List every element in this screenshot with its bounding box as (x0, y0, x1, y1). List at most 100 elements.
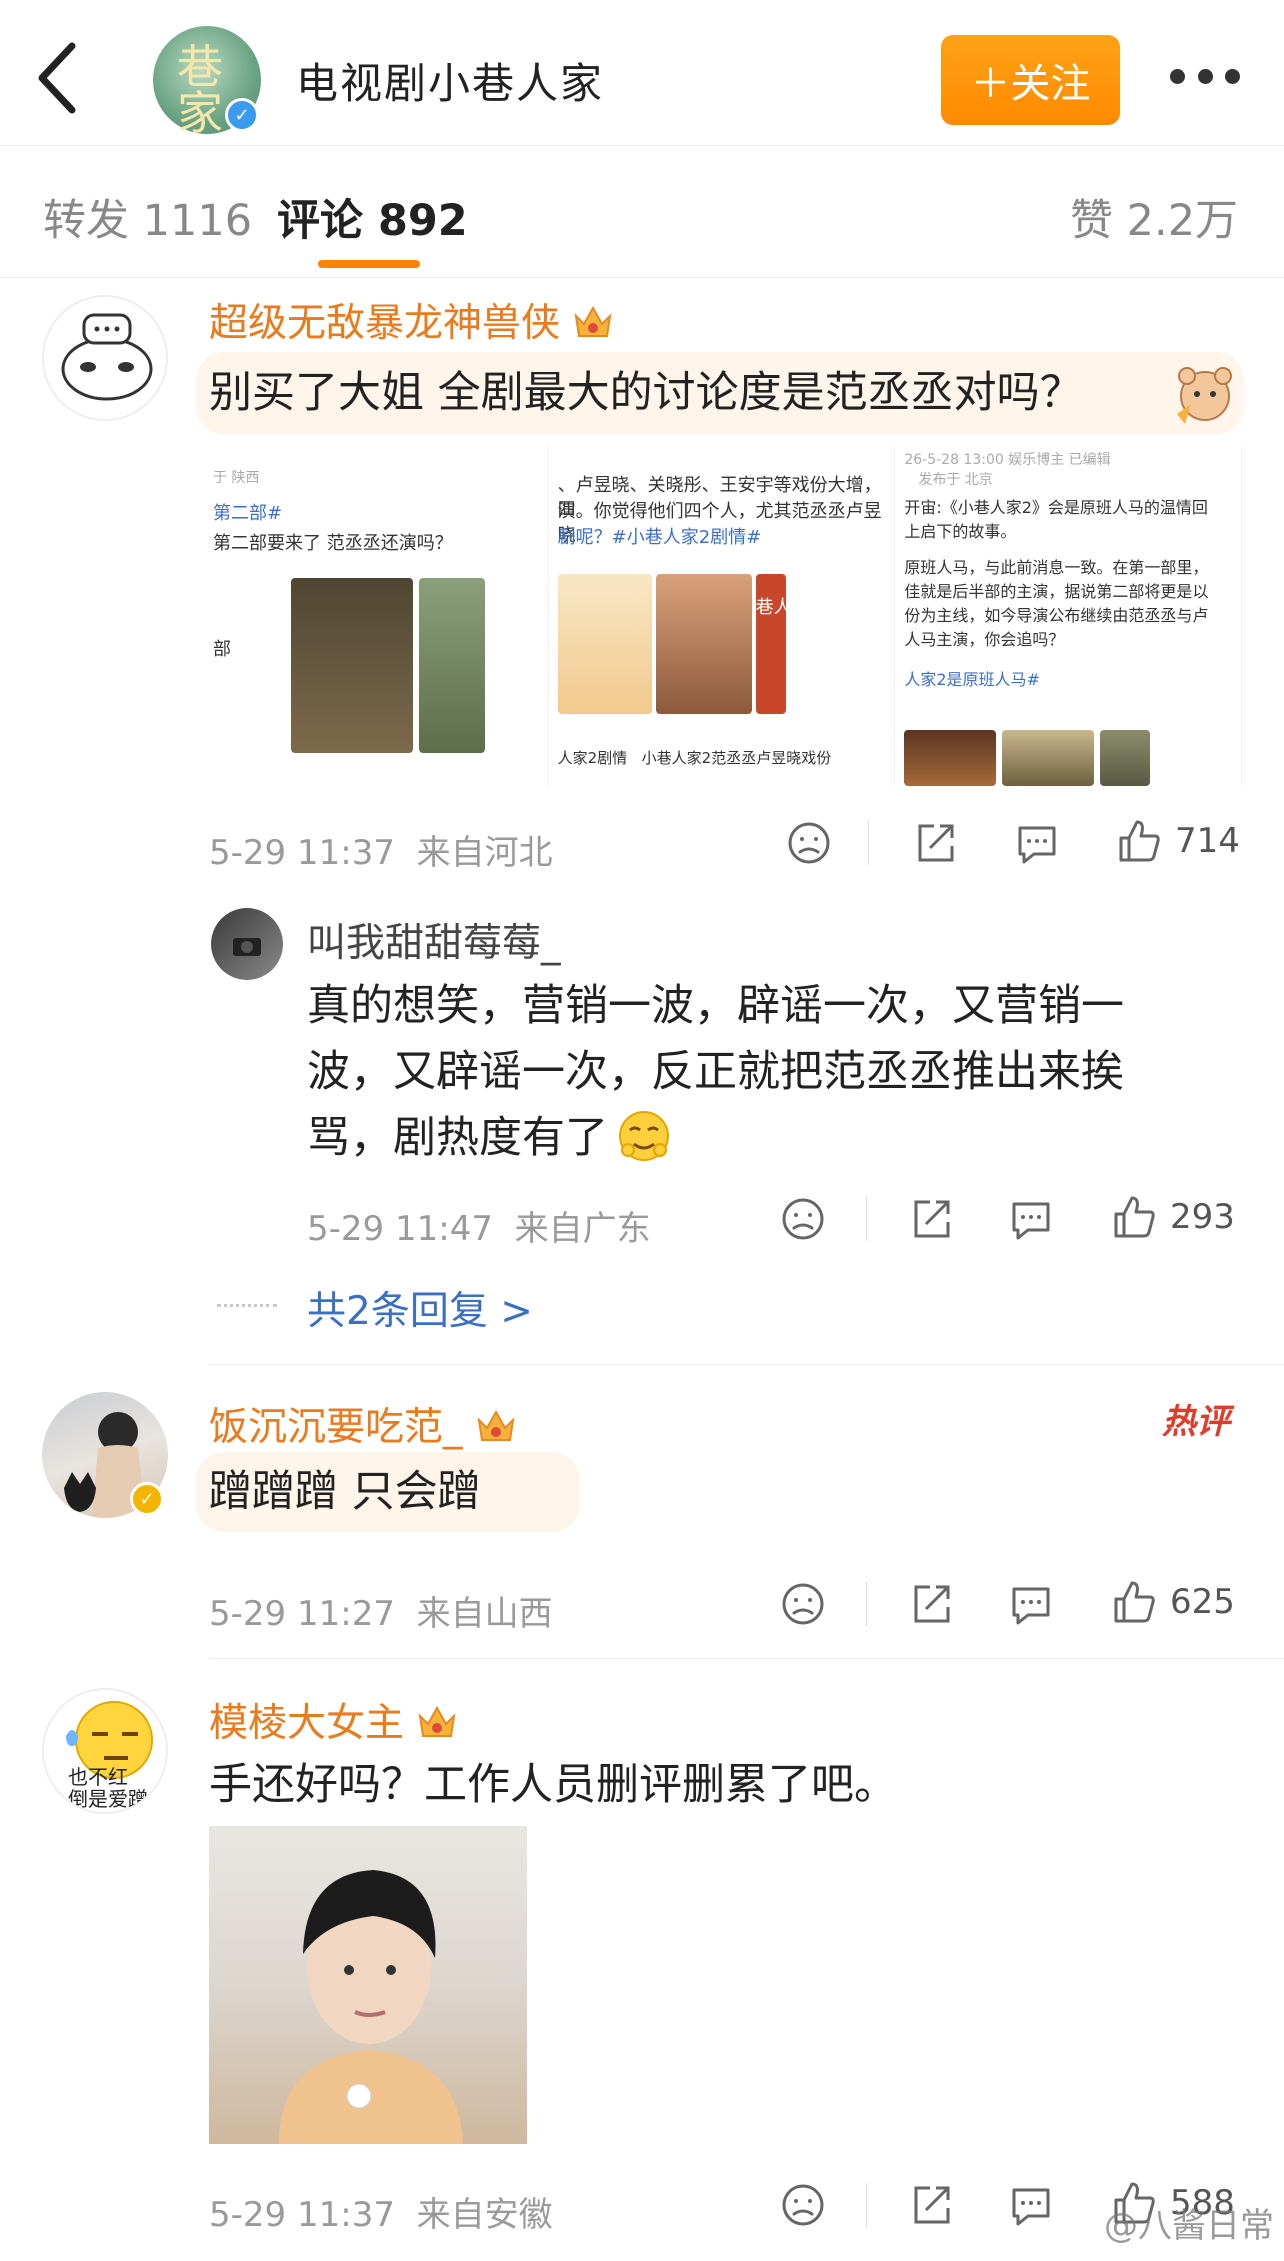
comment-location: 来自安徽 (416, 2195, 553, 2235)
like-button[interactable]: 293 (1112, 1194, 1235, 1240)
active-tab-indicator (318, 260, 420, 268)
image-text: 剧呢？#小巷人家2剧情# (557, 527, 762, 548)
comment-username[interactable]: 模棱大女主 (209, 1692, 458, 1748)
image-text: 小巷人家2范丞丞卢昱晓戏份 (641, 749, 832, 767)
avatar-caption: 也不红 倒是爱蹭 (68, 1766, 148, 1810)
member-crown-icon (418, 1705, 456, 1737)
username-text[interactable]: 超级无敌暴龙神兽侠 (209, 301, 560, 346)
image-text: 第二部# (213, 503, 283, 524)
image-text: 人马主演，你会追吗？ (904, 630, 1065, 649)
dislike-face-icon[interactable] (780, 1581, 826, 1627)
camera-photo-icon (233, 938, 261, 956)
reply-dots (217, 1304, 277, 1307)
tab-likes[interactable]: 赞 2.2万 (1070, 186, 1238, 248)
share-icon[interactable] (908, 2182, 954, 2228)
reply-time: 5-29 11:47 (307, 1209, 493, 1249)
comment-icon[interactable] (1008, 1581, 1054, 1627)
image-text: 部 (213, 639, 231, 660)
comment-username[interactable]: 超级无敌暴龙神兽侠 (209, 292, 614, 348)
reply-text-line: 骂，剧热度有了 (307, 1113, 608, 1163)
poster-thumb (557, 574, 652, 714)
account-name[interactable]: 电视剧小巷人家 (296, 50, 604, 111)
screenshot-image-2[interactable]: 、卢昱晓、关晓彤、王安宇等戏份大增，四 演。你觉得他们四个人，尤其范丞丞卢昱晓 … (555, 446, 896, 786)
image-text: 开宙:《小巷人家2》会是原班人马的温情回 (904, 498, 1208, 517)
avatar[interactable]: 也不红 倒是爱蹭 (42, 1688, 168, 1814)
thumbs-up-icon (1114, 1196, 1155, 1238)
comment-icon[interactable] (1014, 820, 1060, 866)
comment-text: 蹭蹭蹭 只会蹭 (209, 1467, 481, 1517)
action-separator (866, 1582, 867, 1626)
bear-sticker-icon (1177, 367, 1232, 424)
thumbs-up-icon (1119, 820, 1160, 862)
image-text: 份为主线，如今导演公布继续由范丞丞与卢 (904, 606, 1209, 625)
share-icon[interactable] (908, 1581, 954, 1627)
tab-repost[interactable]: 转发 1116 (43, 186, 252, 248)
tab-bar: 转发 1116 评论 892 赞 2.2万 (0, 146, 1284, 278)
follow-button[interactable]: ＋关注 (941, 35, 1120, 125)
reply-avatar[interactable] (211, 908, 283, 980)
poster-thumb (755, 574, 786, 714)
tab-comments[interactable]: 评论 892 (277, 186, 468, 248)
comment-location: 来自河北 (416, 833, 553, 873)
screenshot-image-1[interactable]: 于 陕西 第二部# 第二部要来了 范丞丞还演吗？ 部 (209, 446, 549, 786)
image-text: 巷人家 (755, 597, 810, 618)
username-text[interactable]: 模棱大女主 (209, 1701, 404, 1746)
reply-meta: 5-29 11:47 来自广东 (307, 1201, 651, 1250)
top-bar: 巷家 ✓ 电视剧小巷人家 ＋关注 (0, 0, 1284, 146)
screenshot-image-3[interactable]: 26-5-28 13:00 娱乐博主 已编辑 发布于 北京 开宙:《小巷人家2》… (902, 446, 1243, 786)
comment-meta: 5-29 11:27 来自山西 (209, 1586, 553, 1635)
comment-meta: 5-29 11:37 来自安徽 (209, 2187, 553, 2236)
reply-username[interactable]: 叫我甜甜莓莓_ (307, 912, 561, 968)
like-count: 714 (1175, 821, 1240, 861)
comment-time: 5-29 11:37 (209, 833, 395, 873)
comment-time: 5-29 11:27 (209, 1594, 395, 1634)
comment-time: 5-29 11:37 (209, 2195, 395, 2235)
comment-text: 手还好吗？工作人员删评删累了吧。 (209, 1760, 897, 1810)
actor-photo-thumb (655, 574, 752, 714)
avatar-caption-line: 也不红 (68, 1765, 128, 1789)
comment-image-strip[interactable]: 于 陕西 第二部# 第二部要来了 范丞丞还演吗？ 部 、卢昱晓、关晓彤、王安宇等… (209, 446, 1243, 786)
comment-icon[interactable] (1008, 1196, 1054, 1242)
comment-divider (209, 1658, 1284, 1659)
dislike-face-icon[interactable] (780, 1196, 826, 1242)
comment-divider (209, 1364, 1284, 1365)
comment-meta: 5-29 11:37 来自河北 (209, 825, 553, 874)
image-text: 发布于 北京 (918, 472, 993, 488)
drama-poster-thumb (291, 578, 413, 753)
reply-text-line: 波，又辟谣一次，反正就把范丞丞推出来挨 (307, 1047, 1124, 1097)
man-portrait-photo (279, 1870, 463, 2144)
action-separator (868, 821, 869, 865)
comment-text: 别买了大姐 全剧最大的讨论度是范丞丞对吗？ (209, 368, 1083, 418)
share-icon[interactable] (908, 1196, 954, 1242)
action-separator (866, 2183, 867, 2227)
like-button[interactable]: 714 (1117, 818, 1240, 864)
avatar[interactable] (42, 295, 168, 421)
verified-badge-icon: ✓ (130, 1482, 164, 1516)
back-arrow-icon[interactable] (30, 40, 86, 116)
account-avatar[interactable]: 巷家 ✓ (153, 26, 261, 140)
action-separator (866, 1197, 867, 1241)
cartoon-sheep-icon (61, 313, 153, 401)
hot-comment-badge: 热评 (1162, 1402, 1230, 1442)
comment-photo[interactable] (209, 1826, 527, 2144)
member-crown-icon (574, 305, 612, 337)
share-icon[interactable] (912, 820, 958, 866)
image-text: 于 陕西 (213, 470, 260, 486)
dislike-face-icon[interactable] (786, 820, 832, 866)
verified-badge-icon: ✓ (225, 98, 259, 132)
snicker-emoji-icon (619, 1111, 669, 1161)
like-button[interactable]: 625 (1112, 1579, 1235, 1625)
scene-thumb (1002, 730, 1095, 786)
username-text[interactable]: 饭沉沉要吃范_ (209, 1405, 463, 1450)
comment-icon[interactable] (1008, 2182, 1054, 2228)
reply-text-line: 真的想笑，营销一波，辟谣一次，又营销一 (307, 981, 1124, 1031)
more-options-icon[interactable] (1170, 56, 1240, 96)
comment-username[interactable]: 饭沉沉要吃范_ (209, 1396, 517, 1452)
avatar-caption-line: 倒是爱蹭 (68, 1787, 148, 1811)
scene-thumb (1100, 730, 1151, 786)
view-more-replies-link[interactable]: 共2条回复 > (307, 1280, 533, 1336)
drama-still-thumb (419, 578, 485, 753)
dislike-face-icon[interactable] (780, 2182, 826, 2228)
watermark: @八酱日常 (1104, 2206, 1274, 2246)
avatar-logo: 巷家 (177, 40, 223, 140)
